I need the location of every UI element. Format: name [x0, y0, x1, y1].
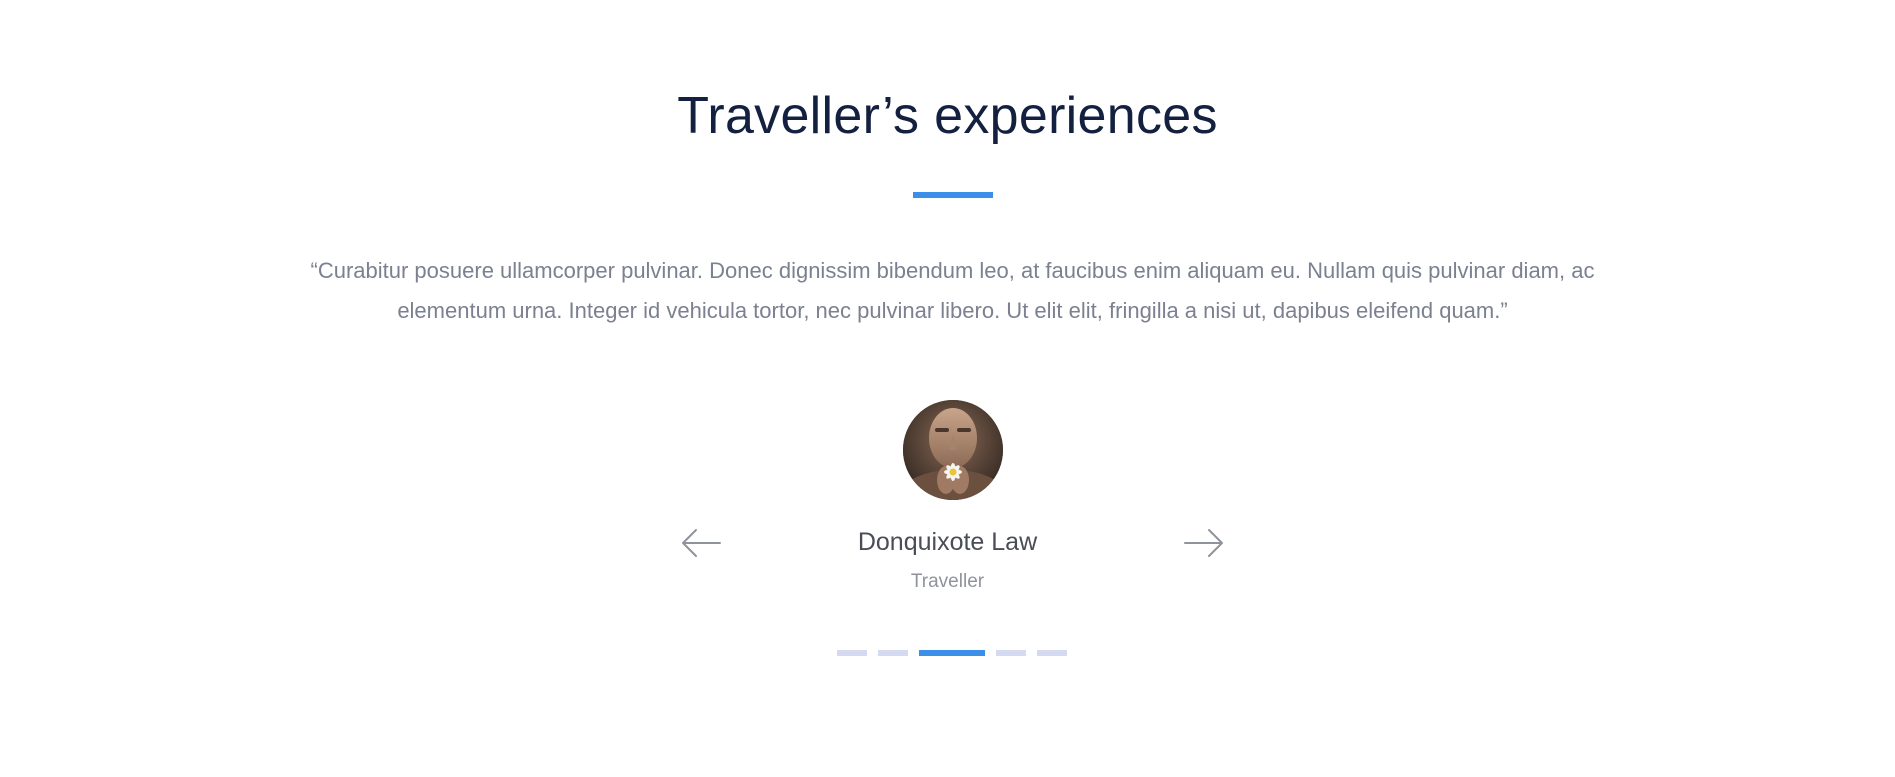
pagination-dot[interactable]: [1037, 650, 1067, 656]
author-role: Traveller: [910, 571, 985, 592]
pagination-dots: [837, 650, 1067, 656]
author-avatar: [903, 400, 1003, 500]
pagination-dot-active[interactable]: [919, 650, 985, 656]
section-title: Traveller’s experiences: [677, 87, 1218, 145]
title-underline: [913, 192, 993, 198]
avatar-photo: [903, 400, 1003, 500]
author-name: Donquixote Law: [857, 528, 1038, 556]
testimonials-section: Traveller’s experiences “Curabitur posue…: [0, 0, 1895, 777]
next-testimonial-button[interactable]: [1183, 527, 1225, 559]
testimonial-quote: “Curabitur posuere ullamcorper pulvinar.…: [310, 258, 1595, 323]
pagination-dot[interactable]: [878, 650, 908, 656]
pagination-dot[interactable]: [996, 650, 1026, 656]
pagination-dot[interactable]: [837, 650, 867, 656]
arrow-right-icon: [1184, 529, 1223, 557]
